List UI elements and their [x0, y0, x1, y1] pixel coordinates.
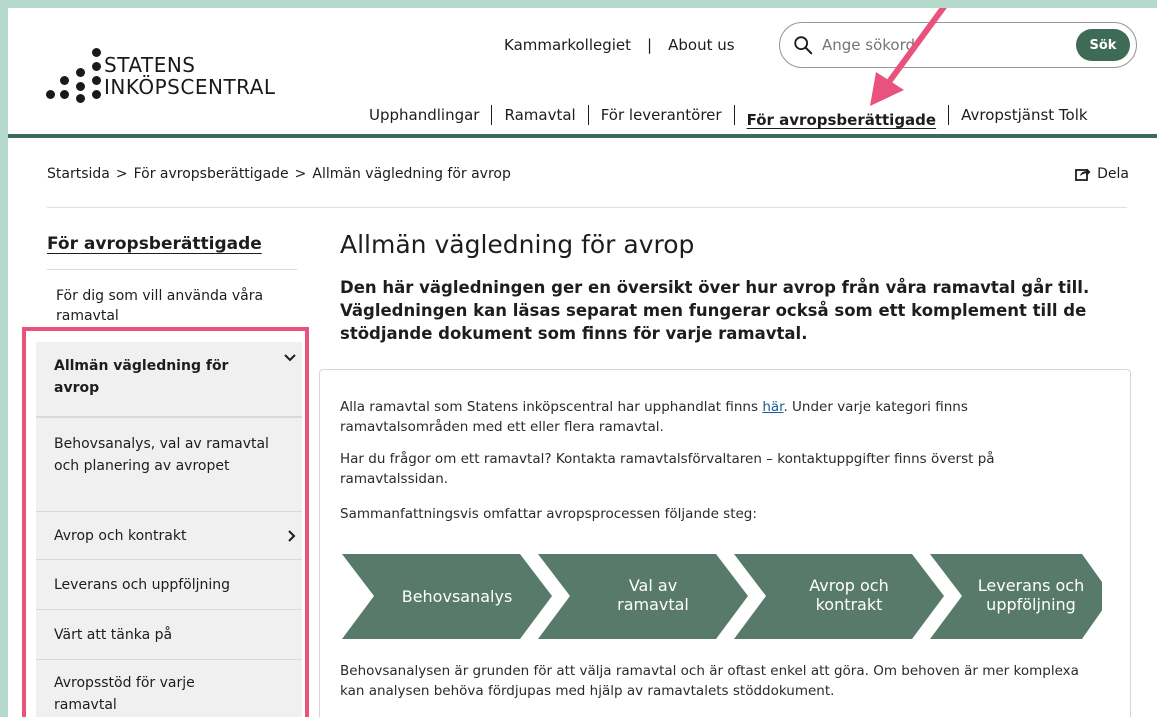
logo-line-1: STATENS: [104, 53, 196, 77]
utility-separator: |: [647, 36, 653, 54]
process-step-1: Behovsanalys: [382, 577, 532, 606]
chevron-right-icon[interactable]: [288, 528, 296, 550]
annotation-arrow: [870, 8, 947, 106]
share-button[interactable]: Dela: [1075, 166, 1129, 182]
process-step-4: Leverans och uppföljning: [956, 576, 1106, 614]
sidebar-item-vart-att-tanka-pa[interactable]: Värt att tänka på: [36, 610, 302, 660]
utility-link-about-us[interactable]: About us: [668, 36, 734, 54]
page: STATENS INKÖPSCENTRAL Kammarkollegiet | …: [8, 8, 1157, 717]
paragraph-2: Har du frågor om ett ramavtal? Kontakta …: [340, 451, 995, 487]
sidebar-item-label: Avrop och kontrakt: [54, 528, 187, 544]
breadcrumb-separator: >: [294, 166, 307, 182]
sidebar-item-label: Behovsanalys, val av ramavtal och planer…: [54, 436, 269, 474]
sidebar-item-leverans[interactable]: Leverans och uppföljning: [36, 560, 302, 610]
paragraph-1: Alla ramavtal som Statens inköpscentral …: [340, 397, 1100, 437]
nav-item-avropstjanst-tolk[interactable]: Avropstjänst Tolk: [949, 106, 1099, 124]
lead-paragraph: Den här vägledningen ger en översikt öve…: [340, 278, 1090, 343]
share-label: Dela: [1097, 166, 1129, 182]
share-icon: [1075, 168, 1091, 181]
process-step-3: Avrop och kontrakt: [774, 576, 924, 614]
sidebar-intro-link[interactable]: För dig som vill använda våra ramavtal: [56, 286, 276, 326]
sidebar-item-label: Avropsstöd för varje ramavtal: [54, 675, 195, 713]
sidebar-item-avropsstod[interactable]: Avropsstöd för varje ramavtal: [36, 660, 302, 717]
paragraph-text: Alla ramavtal som Statens inköpscentral …: [340, 399, 763, 415]
sidebar-item-label: Leverans och uppföljning: [54, 577, 231, 593]
breadcrumb-current: Allmän vägledning för avrop: [312, 166, 511, 182]
process-step-label: ramavtal: [617, 595, 689, 614]
content-card: Alla ramavtal som Statens inköpscentral …: [319, 369, 1131, 717]
search-bar: Sök: [779, 22, 1137, 68]
breadcrumb-section[interactable]: För avropsberättigade: [134, 166, 289, 182]
sidebar-item-behovsanalys[interactable]: Behovsanalys, val av ramavtal och planer…: [36, 417, 302, 512]
site-header: STATENS INKÖPSCENTRAL Kammarkollegiet | …: [8, 8, 1157, 138]
process-step-label: uppföljning: [986, 595, 1076, 614]
logo[interactable]: STATENS INKÖPSCENTRAL: [46, 46, 276, 103]
paragraph-4: Behovsanalysen är grunden för att välja …: [340, 663, 1079, 699]
nav-item-leverantorer[interactable]: För leverantörer: [589, 106, 734, 124]
process-step-label: Avrop och: [809, 576, 889, 595]
breadcrumb-home[interactable]: Startsida: [47, 166, 110, 182]
process-step-label: kontrakt: [815, 595, 883, 614]
sidebar-list: Allmän vägledning för avrop Behovsanalys…: [36, 342, 302, 717]
process-step-label: Leverans och: [977, 576, 1085, 595]
nav-item-avropsberattigade[interactable]: För avropsberättigade: [735, 111, 949, 129]
process-step-2: Val av ramavtal: [578, 576, 728, 614]
breadcrumb-separator: >: [115, 166, 128, 182]
utility-nav: Kammarkollegiet | About us: [504, 36, 735, 54]
link-har[interactable]: här: [762, 399, 783, 415]
sidebar-item-avrop-kontrakt[interactable]: Avrop och kontrakt: [36, 512, 302, 560]
sidebar-item-allman-vagledning[interactable]: Allmän vägledning för avrop: [36, 342, 302, 417]
breadcrumb: Startsida > För avropsberättigade > Allmän v…: [47, 166, 511, 182]
page-title: Allmän vägledning för avrop: [340, 230, 695, 259]
main-nav: Upphandlingar Ramavtal För leverantörer …: [369, 101, 1100, 129]
divider: [47, 269, 297, 270]
nav-item-upphandlingar[interactable]: Upphandlingar: [369, 106, 491, 124]
process-step-label: Val av: [628, 576, 678, 595]
paragraph-3: Sammanfattningsvis omfattar avropsproces…: [340, 506, 757, 522]
chevron-down-icon[interactable]: [284, 348, 296, 370]
logo-line-2: INKÖPSCENTRAL: [104, 75, 276, 99]
process-flow-diagram: Behovsanalys Val av ramavtal Avrop och k…: [342, 554, 1102, 639]
search-icon: [794, 36, 813, 55]
search-button[interactable]: Sök: [1076, 29, 1130, 61]
logo-dots-icon: [46, 46, 102, 103]
sidebar-item-label: Värt att tänka på: [54, 627, 173, 643]
utility-link-kammarkollegiet[interactable]: Kammarkollegiet: [504, 36, 631, 54]
sidebar-item-label: Allmän vägledning för avrop: [54, 358, 229, 396]
nav-item-ramavtal[interactable]: Ramavtal: [492, 106, 587, 124]
divider: [47, 207, 1127, 208]
sidebar-title[interactable]: För avropsberättigade: [47, 234, 262, 254]
process-step-label: Behovsanalys: [401, 587, 513, 606]
